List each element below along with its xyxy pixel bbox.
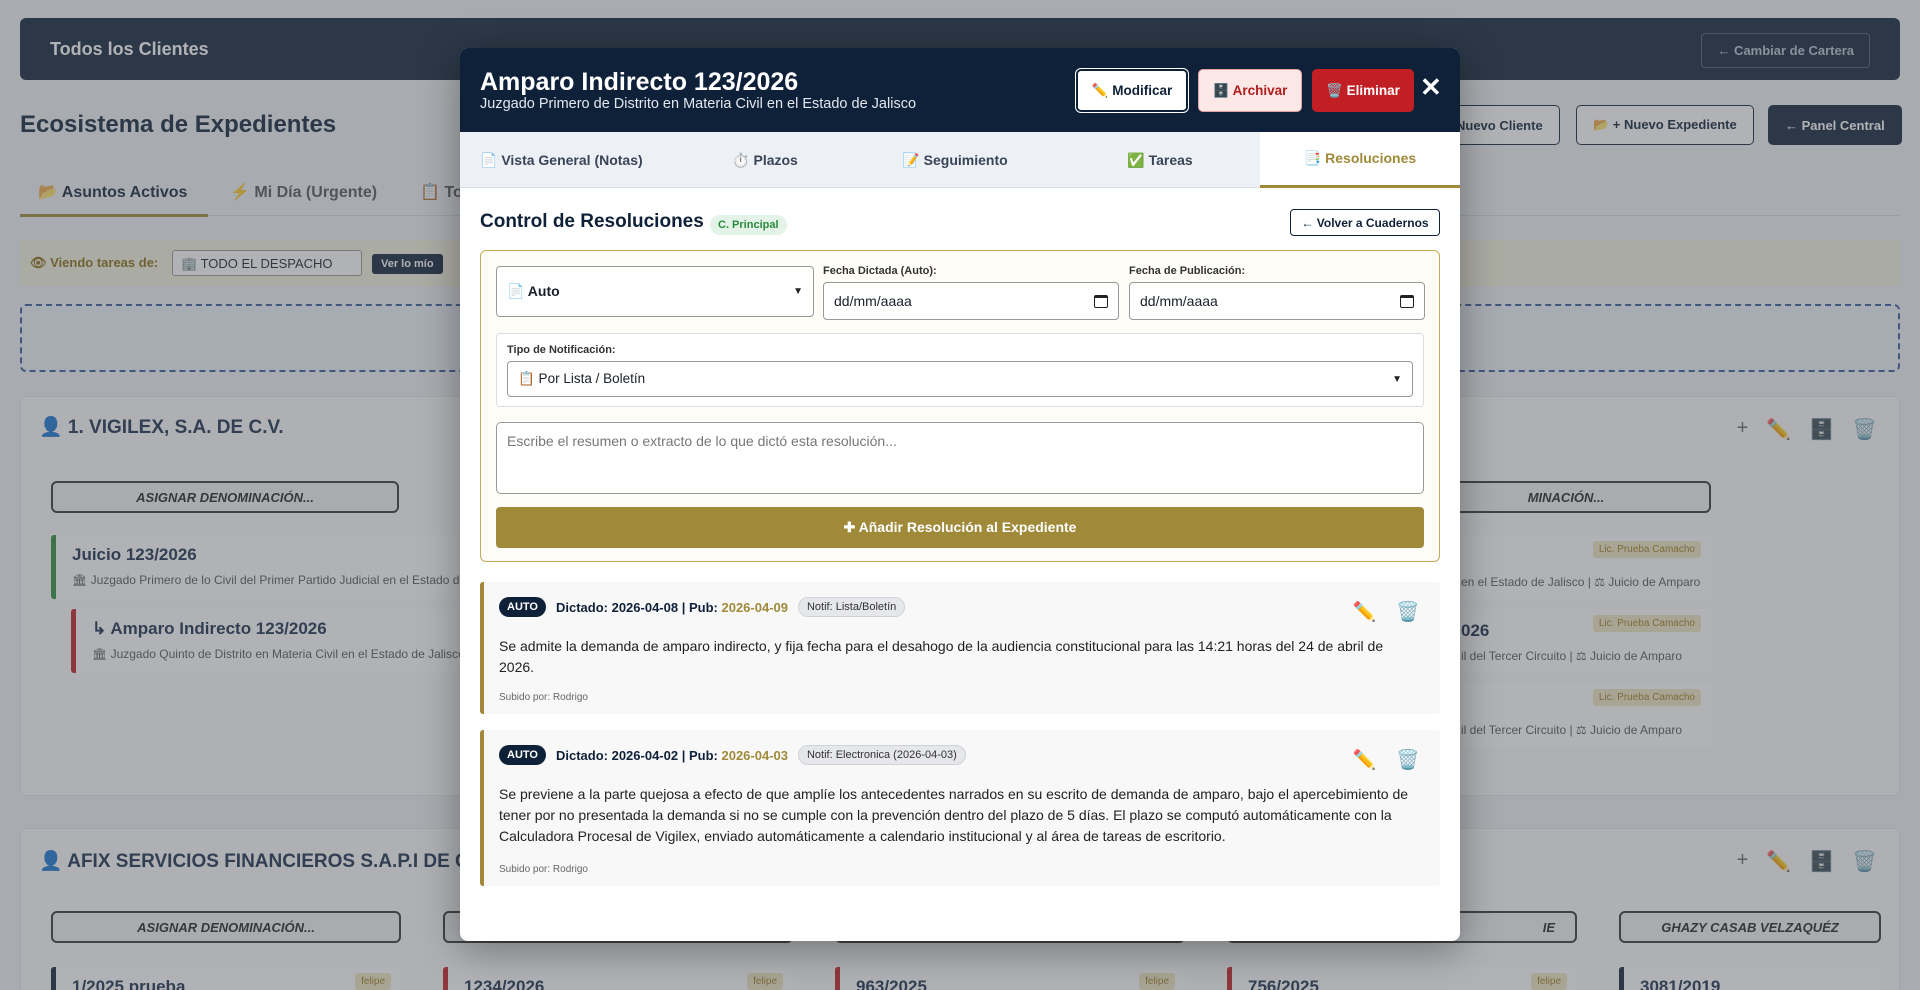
resolution-actions: ✏️ 🗑️ <box>1353 748 1420 772</box>
resolution-dates: Dictado: 2026-04-08 | Pub: 2026-04-09 <box>556 600 788 615</box>
notification-type-field: Tipo de Notificación: 📋 Por Lista / Bole… <box>496 333 1424 407</box>
notification-badge: Notif: Lista/Boletín <box>797 597 906 617</box>
summary-textarea[interactable]: Escribe el resumen o extracto de lo que … <box>496 422 1424 494</box>
pub-date: 2026-04-09 <box>721 599 788 615</box>
dictated-date: 2026-04-02 <box>611 747 679 763</box>
resolution-text: Se admite la demanda de amparo indirecto… <box>499 638 1384 675</box>
modal-tabs: 📄 Vista General (Notas) ⏱️ Plazos 📝 Segu… <box>460 132 1460 188</box>
dictated-date-placeholder: dd/mm/aaaa <box>834 293 912 309</box>
uploaded-by: Subido por: Rodrigo <box>499 692 588 703</box>
modify-button[interactable]: ✏️ Modificar <box>1076 69 1188 112</box>
add-resolution-button[interactable]: ✚ Añadir Resolución al Expediente <box>496 507 1424 548</box>
resolution-text: Se previene a la parte quejosa a efecto … <box>499 786 1409 844</box>
resolution-actions: ✏️ 🗑️ <box>1353 600 1420 624</box>
resolution-type-badge: AUTO <box>499 745 546 765</box>
tab-overview[interactable]: 📄 Vista General (Notas) <box>460 132 680 188</box>
dictated-label: Dictado: <box>555 599 608 615</box>
resolution-meta: AUTO Dictado: 2026-04-08 | Pub: 2026-04-… <box>499 597 906 617</box>
dictated-label: Dictado: <box>555 747 608 763</box>
pub-label: | Pub: <box>681 599 718 615</box>
uploaded-by: Subido por: Rodrigo <box>499 864 588 875</box>
notebook-badge: C. Principal <box>710 215 787 235</box>
notification-type-select[interactable]: 📋 Por Lista / Boletín ▼ <box>507 361 1413 397</box>
close-icon[interactable]: ✕ <box>1420 72 1442 103</box>
delete-button[interactable]: 🗑️ Eliminar <box>1312 69 1414 112</box>
notification-badge: Notif: Electronica (2026-04-03) <box>797 745 966 765</box>
modal-title: Amparo Indirecto 123/2026 <box>480 68 799 96</box>
dictated-date-label: Fecha Dictada (Auto): <box>823 265 937 277</box>
publication-date-input[interactable]: dd/mm/aaaa <box>1129 282 1425 320</box>
trash-icon[interactable]: 🗑️ <box>1396 748 1420 772</box>
tab-follow-up[interactable]: 📝 Seguimiento <box>850 132 1060 188</box>
resolution-type-value: 📄 Auto <box>507 283 560 299</box>
chevron-down-icon: ▼ <box>1392 373 1402 385</box>
resolution-type-field: 📄 Auto ▼ <box>496 266 814 317</box>
resolution-meta: AUTO Dictado: 2026-04-02 | Pub: 2026-04-… <box>499 745 966 765</box>
publication-date-label: Fecha de Publicación: <box>1129 265 1246 277</box>
dictated-date-input[interactable]: dd/mm/aaaa <box>823 282 1119 320</box>
dictated-date: 2026-04-08 <box>611 599 679 615</box>
modal-subtitle: Juzgado Primero de Distrito en Materia C… <box>480 96 917 112</box>
archive-button[interactable]: 🗄️ Archivar <box>1198 69 1302 112</box>
calendar-icon[interactable] <box>1094 294 1108 308</box>
tab-resolutions[interactable]: 📑 Resoluciones <box>1260 132 1460 188</box>
pub-date: 2026-04-03 <box>721 747 788 763</box>
dictated-date-field: Fecha Dictada (Auto): dd/mm/aaaa <box>823 265 1119 320</box>
tab-deadlines[interactable]: ⏱️ Plazos <box>680 132 850 188</box>
publication-date-placeholder: dd/mm/aaaa <box>1140 293 1218 309</box>
edit-icon[interactable]: ✏️ <box>1353 600 1377 624</box>
section-title: Control de Resoluciones <box>480 211 704 232</box>
calendar-icon[interactable] <box>1400 294 1414 308</box>
resolution-item: AUTO Dictado: 2026-04-02 | Pub: 2026-04-… <box>480 730 1440 886</box>
publication-date-field: Fecha de Publicación: dd/mm/aaaa <box>1129 265 1425 320</box>
notification-type-label: Tipo de Notificación: <box>507 344 616 356</box>
modal-header: Amparo Indirecto 123/2026 Juzgado Primer… <box>460 48 1460 132</box>
resolution-form: 📄 Auto ▼ Fecha Dictada (Auto): dd/mm/aaa… <box>480 250 1440 562</box>
edit-icon[interactable]: ✏️ <box>1353 748 1377 772</box>
trash-icon[interactable]: 🗑️ <box>1396 600 1420 624</box>
resolution-type-badge: AUTO <box>499 597 546 617</box>
case-detail-modal: Amparo Indirecto 123/2026 Juzgado Primer… <box>460 48 1460 941</box>
resolution-item: AUTO Dictado: 2026-04-08 | Pub: 2026-04-… <box>480 582 1440 714</box>
chevron-down-icon: ▼ <box>793 286 803 297</box>
notification-type-value: 📋 Por Lista / Boletín <box>518 371 646 386</box>
tab-tasks[interactable]: ✅ Tareas <box>1060 132 1260 188</box>
resolution-dates: Dictado: 2026-04-02 | Pub: 2026-04-03 <box>556 748 788 763</box>
pub-label: | Pub: <box>681 747 718 763</box>
back-to-notebooks-button[interactable]: ← Volver a Cuadernos <box>1290 209 1440 236</box>
resolution-type-select[interactable]: 📄 Auto ▼ <box>496 266 814 317</box>
